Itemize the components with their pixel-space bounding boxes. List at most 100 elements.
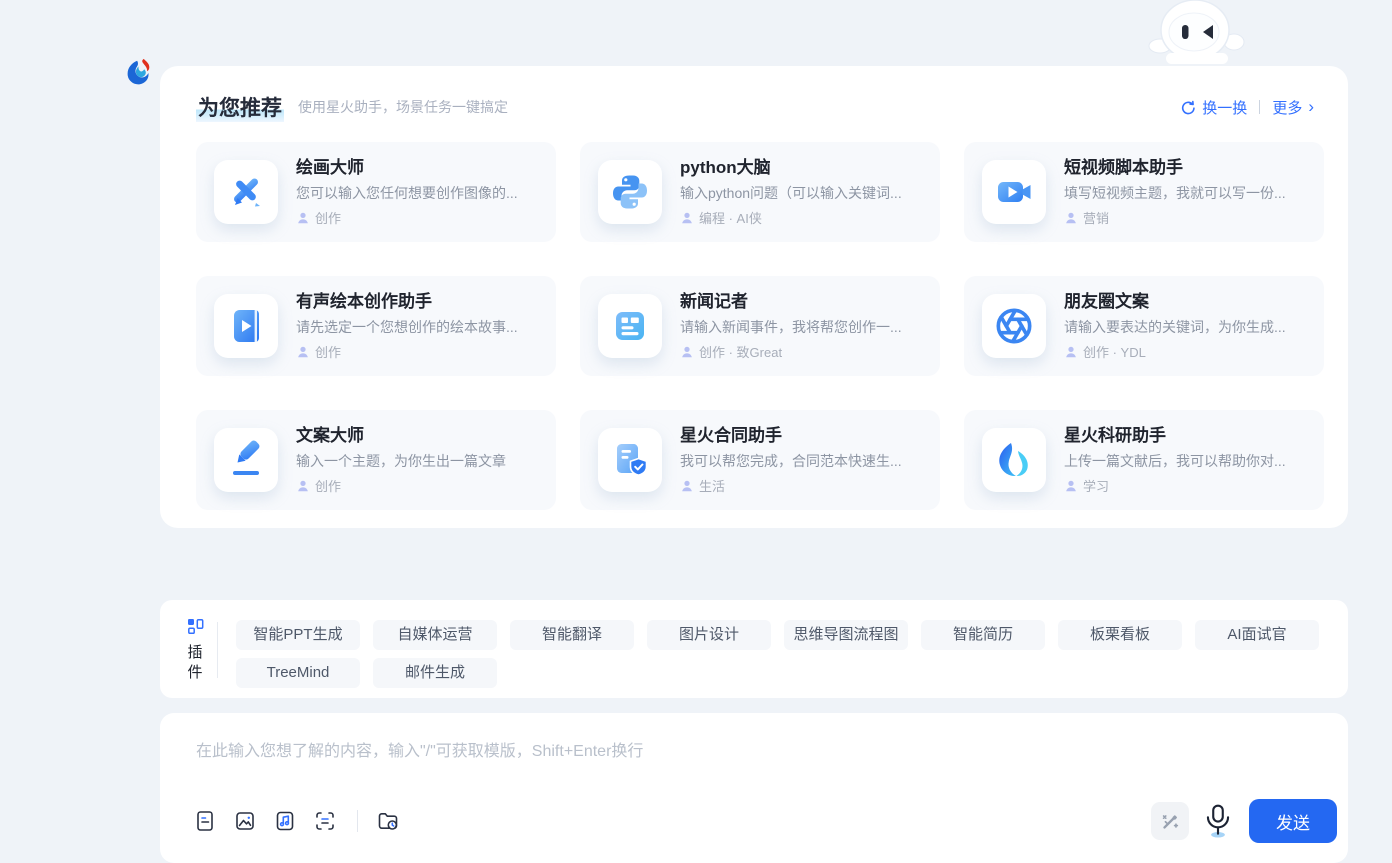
chevron-right-icon: › bbox=[1308, 100, 1314, 114]
assistant-title: 文案大师 bbox=[296, 425, 506, 447]
refresh-icon bbox=[1181, 100, 1196, 115]
user-icon bbox=[296, 345, 310, 359]
card-spark-contract[interactable]: 星火合同助手 我可以帮您完成，合同范本快速生... 生活 bbox=[580, 410, 940, 510]
assistant-tags: 编程 · AI侠 bbox=[699, 208, 762, 227]
aperture-icon bbox=[994, 306, 1034, 346]
paintbrush-icon bbox=[226, 172, 266, 212]
composer-toolbar: 发送 bbox=[193, 797, 1337, 845]
card-audiobook-creator[interactable]: 有声绘本创作助手 请先选定一个您想创作的绘本故事... 创作 bbox=[196, 276, 556, 376]
card-short-video-script[interactable]: 短视频脚本助手 填写短视频主题，我就可以写一份... 营销 bbox=[964, 142, 1324, 242]
card-spark-research[interactable]: 星火科研助手 上传一篇文献后，我可以帮助你对... 学习 bbox=[964, 410, 1324, 510]
assistant-tags: 创作 bbox=[315, 342, 341, 361]
user-icon bbox=[296, 479, 310, 493]
recommendation-header: 为您推荐 使用星火助手，场景任务一键搞定 换一换 更多 › bbox=[160, 66, 1348, 122]
more-button[interactable]: 更多 › bbox=[1272, 97, 1314, 118]
plugin-pill-list: 智能PPT生成 自媒体运营 智能翻译 图片设计 思维导图流程图 智能简历 板栗看… bbox=[236, 620, 1328, 698]
user-icon bbox=[680, 211, 694, 225]
assistant-title: 新闻记者 bbox=[680, 291, 902, 313]
assistant-desc: 我可以帮您完成，合同范本快速生... bbox=[680, 451, 902, 471]
iflytek-logo-icon bbox=[124, 56, 154, 88]
scan-icon[interactable] bbox=[313, 809, 337, 833]
page-subtitle: 使用星火助手，场景任务一键搞定 bbox=[298, 97, 508, 117]
audiobook-icon bbox=[226, 306, 266, 346]
plugins-panel: 插件 智能PPT生成 自媒体运营 智能翻译 图片设计 思维导图流程图 智能简历 … bbox=[160, 600, 1348, 698]
assistant-title: 星火科研助手 bbox=[1064, 425, 1286, 447]
video-camera-icon bbox=[994, 172, 1034, 212]
assistant-title: 短视频脚本助手 bbox=[1064, 157, 1286, 179]
plugin-pill-translate[interactable]: 智能翻译 bbox=[510, 620, 634, 650]
assistant-icon-box bbox=[982, 294, 1046, 358]
assistant-desc: 填写短视频主题，我就可以写一份... bbox=[1064, 183, 1286, 203]
plugin-pill-banli-board[interactable]: 板栗看板 bbox=[1058, 620, 1182, 650]
audio-file-icon[interactable] bbox=[273, 809, 297, 833]
assistant-tags: 创作 bbox=[315, 208, 341, 227]
plugins-label: 插件 bbox=[187, 643, 203, 683]
plugin-pill-mindmap[interactable]: 思维导图流程图 bbox=[784, 620, 908, 650]
card-news-reporter[interactable]: 新闻记者 请输入新闻事件，我将帮您创作一... 创作 · 致Great bbox=[580, 276, 940, 376]
magic-wand-icon bbox=[1159, 810, 1181, 832]
assistant-icon-box bbox=[598, 428, 662, 492]
user-icon bbox=[680, 479, 694, 493]
card-copywriting-master[interactable]: 文案大师 输入一个主题，为你生出一篇文章 创作 bbox=[196, 410, 556, 510]
assistant-desc: 您可以输入您任何想要创作图像的... bbox=[296, 183, 518, 203]
assistant-desc: 输入一个主题，为你生出一篇文章 bbox=[296, 451, 506, 471]
refresh-button[interactable]: 换一换 bbox=[1181, 97, 1247, 118]
iflytek-logo[interactable] bbox=[124, 56, 154, 88]
plugin-pill-resume[interactable]: 智能简历 bbox=[921, 620, 1045, 650]
plugins-side-label: 插件 bbox=[181, 618, 209, 698]
user-icon bbox=[296, 211, 310, 225]
card-moments-copywriting[interactable]: 朋友圈文案 请输入要表达的关键词，为你生成... 创作 · YDL bbox=[964, 276, 1324, 376]
assistant-icon-box bbox=[982, 160, 1046, 224]
plugin-pill-email[interactable]: 邮件生成 bbox=[373, 658, 497, 688]
assistant-desc: 上传一篇文献后，我可以帮助你对... bbox=[1064, 451, 1286, 471]
spark-mascot bbox=[1140, 0, 1252, 64]
page-title: 为您推荐 bbox=[196, 92, 284, 122]
assistant-icon-box bbox=[598, 160, 662, 224]
header-divider bbox=[1259, 100, 1260, 114]
assistant-desc: 请输入新闻事件，我将帮您创作一... bbox=[680, 317, 902, 337]
assistant-tags: 创作 · 致Great bbox=[699, 342, 782, 361]
document-file-icon[interactable] bbox=[193, 809, 217, 833]
image-file-icon[interactable] bbox=[233, 809, 257, 833]
spark-flame-icon bbox=[994, 440, 1034, 480]
assistant-card-grid: 绘画大师 您可以输入您任何想要创作图像的... 创作 python大脑 bbox=[196, 142, 1324, 510]
more-label: 更多 bbox=[1272, 97, 1302, 118]
send-button[interactable]: 发送 bbox=[1249, 799, 1337, 843]
microphone-icon[interactable] bbox=[1203, 803, 1233, 839]
assistant-title: python大脑 bbox=[680, 157, 902, 179]
refresh-label: 换一换 bbox=[1202, 97, 1247, 118]
plugin-pill-treemind[interactable]: TreeMind bbox=[236, 658, 360, 688]
card-painting-master[interactable]: 绘画大师 您可以输入您任何想要创作图像的... 创作 bbox=[196, 142, 556, 242]
plugin-pill-ai-interviewer[interactable]: AI面试官 bbox=[1195, 620, 1319, 650]
plugin-pill-media[interactable]: 自媒体运营 bbox=[373, 620, 497, 650]
assistant-title: 绘画大师 bbox=[296, 157, 518, 179]
assistant-tags: 营销 bbox=[1083, 208, 1109, 227]
assistant-icon-box bbox=[982, 428, 1046, 492]
assistant-desc: 请输入要表达的关键词，为你生成... bbox=[1064, 317, 1286, 337]
assistant-title: 朋友圈文案 bbox=[1064, 291, 1286, 313]
recommendation-panel: 为您推荐 使用星火助手，场景任务一键搞定 换一换 更多 › bbox=[160, 66, 1348, 528]
magic-wand-button[interactable] bbox=[1151, 802, 1189, 840]
robot-mascot-icon bbox=[1140, 0, 1252, 64]
assistant-tags: 创作 · YDL bbox=[1083, 342, 1146, 361]
toolbar-divider bbox=[357, 810, 358, 832]
contract-shield-icon bbox=[610, 440, 650, 480]
composer-panel: 发送 bbox=[160, 713, 1348, 863]
python-icon bbox=[610, 172, 650, 212]
assistant-icon-box bbox=[214, 294, 278, 358]
plugins-divider bbox=[217, 622, 218, 678]
assistant-tags: 生活 bbox=[699, 476, 725, 495]
newspaper-icon bbox=[610, 306, 650, 346]
plugin-pill-image-design[interactable]: 图片设计 bbox=[647, 620, 771, 650]
card-python-brain[interactable]: python大脑 输入python问题（可以输入关键词... 编程 · AI侠 bbox=[580, 142, 940, 242]
user-icon bbox=[680, 345, 694, 359]
user-icon bbox=[1064, 345, 1078, 359]
assistant-title: 有声绘本创作助手 bbox=[296, 291, 518, 313]
user-icon bbox=[1064, 211, 1078, 225]
message-input[interactable] bbox=[196, 737, 1256, 783]
user-icon bbox=[1064, 479, 1078, 493]
history-folder-icon[interactable] bbox=[376, 809, 400, 833]
plugin-pill-ppt[interactable]: 智能PPT生成 bbox=[236, 620, 360, 650]
assistant-desc: 请先选定一个您想创作的绘本故事... bbox=[296, 317, 518, 337]
plugins-grid-icon bbox=[187, 618, 204, 635]
